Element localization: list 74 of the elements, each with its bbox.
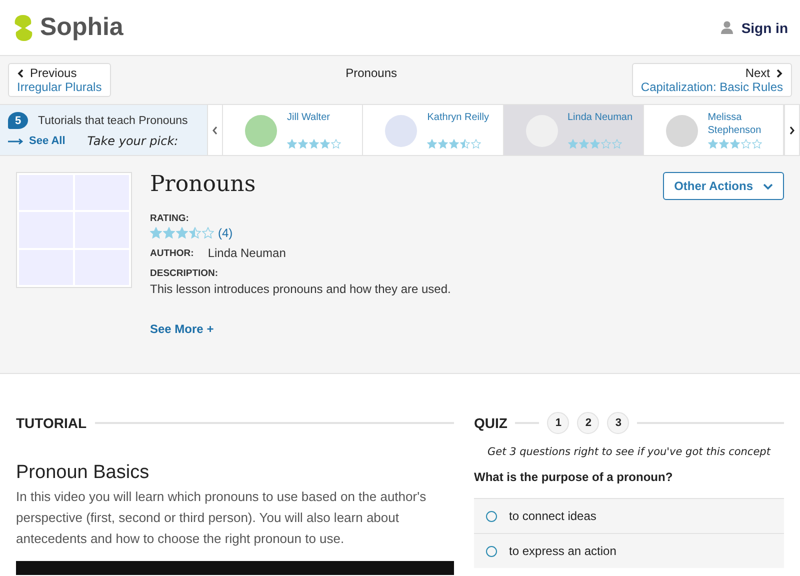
description-label: DESCRIPTION: xyxy=(150,268,220,279)
tutorial-author: Melissa Stephenson xyxy=(708,111,762,137)
star-icon xyxy=(150,227,162,239)
star-icon xyxy=(202,227,214,239)
tutorial-author: Jill Walter xyxy=(287,111,331,124)
star-icon xyxy=(176,227,188,239)
chevron-right-icon xyxy=(776,68,783,78)
author-name: Linda Neuman xyxy=(208,246,286,260)
current-lesson-title: Pronouns xyxy=(346,66,397,80)
star-icon xyxy=(612,139,622,149)
video-placeholder[interactable] xyxy=(16,561,454,575)
answer-option[interactable]: to express an action xyxy=(474,533,784,568)
photo-placeholder xyxy=(666,115,698,147)
user-icon xyxy=(721,21,734,34)
star-icon xyxy=(449,139,460,149)
logo-text[interactable]: Sophia xyxy=(40,13,124,42)
rating-count[interactable]: (4) xyxy=(218,226,233,240)
star-icon xyxy=(189,227,201,239)
star-icon xyxy=(578,139,588,149)
star-icon xyxy=(298,139,308,149)
quiz-step[interactable]: 1 xyxy=(547,412,570,434)
chevron-right-icon xyxy=(789,126,795,134)
star-icon xyxy=(590,139,600,149)
carousel-right-button[interactable] xyxy=(784,105,800,155)
quiz-step[interactable]: 3 xyxy=(607,412,630,434)
carousel-left-button[interactable] xyxy=(207,105,223,155)
tutorial-title: Pronoun Basics xyxy=(16,462,150,484)
author-label: AUTHOR: xyxy=(150,248,194,258)
logo-icon xyxy=(12,14,34,42)
star-icon xyxy=(740,139,751,149)
rating-label: RATING: xyxy=(150,213,190,224)
star-icon xyxy=(320,139,330,149)
star-icon xyxy=(752,139,762,149)
see-more-link[interactable]: See More + xyxy=(150,322,646,336)
quiz-heading: QUIZ xyxy=(474,415,508,431)
star-icon xyxy=(309,139,319,149)
tutorials-heading: Tutorials that teach Pronouns xyxy=(38,114,188,126)
other-actions-button[interactable]: Other Actions xyxy=(663,172,784,200)
tutorial-heading: TUTORIAL xyxy=(16,415,87,431)
star-icon xyxy=(708,139,718,149)
tutorial-author: Kathryn Reilly xyxy=(427,111,490,124)
quiz-step[interactable]: 2 xyxy=(577,412,600,434)
radio-button[interactable] xyxy=(486,510,497,522)
answer-option[interactable]: to connect ideas xyxy=(474,498,784,533)
star-icon xyxy=(718,139,729,149)
star-icon xyxy=(331,139,341,149)
radio-button[interactable] xyxy=(486,546,497,556)
next-button[interactable]: Next Capitalization: Basic Rules xyxy=(632,63,792,97)
photo-placeholder xyxy=(245,115,277,147)
star-icon xyxy=(600,139,610,149)
chevron-down-icon xyxy=(763,182,773,190)
star-icon xyxy=(427,139,438,149)
sign-in-link[interactable]: Sign in xyxy=(741,20,788,36)
star-icon xyxy=(438,139,448,149)
see-all-link[interactable]: See All xyxy=(8,135,66,147)
arrow-right-icon xyxy=(8,138,24,144)
tutorial-description: In this video you will learn which pronouns to use based on the author's perspective (first, second or third person). You will also learn about antecedents and how to choose the right pronoun to use. xyxy=(16,488,428,548)
previous-button[interactable]: Previous Irregular Plurals xyxy=(8,63,111,97)
quiz-tagline: Get 3 questions right to see if you've got this concept xyxy=(486,446,772,458)
chevron-left-icon xyxy=(212,126,218,134)
quiz-question: What is the purpose of a pronoun? xyxy=(474,470,674,484)
take-your-pick-text: Take your pick: xyxy=(87,134,178,148)
description-text: This lesson introduces pronouns and how they are used. xyxy=(150,282,452,296)
chevron-left-icon xyxy=(17,68,24,78)
star-icon xyxy=(163,227,175,239)
tutorial-author: Linda Neuman xyxy=(568,111,634,124)
count-badge: 5 xyxy=(8,112,28,129)
star-icon xyxy=(730,139,740,149)
star-icon xyxy=(460,139,470,149)
star-icon xyxy=(287,139,297,149)
lesson-title: Pronouns xyxy=(150,172,257,197)
star-icon xyxy=(568,139,578,149)
star-icon xyxy=(471,139,482,149)
photo-placeholder xyxy=(385,115,418,147)
